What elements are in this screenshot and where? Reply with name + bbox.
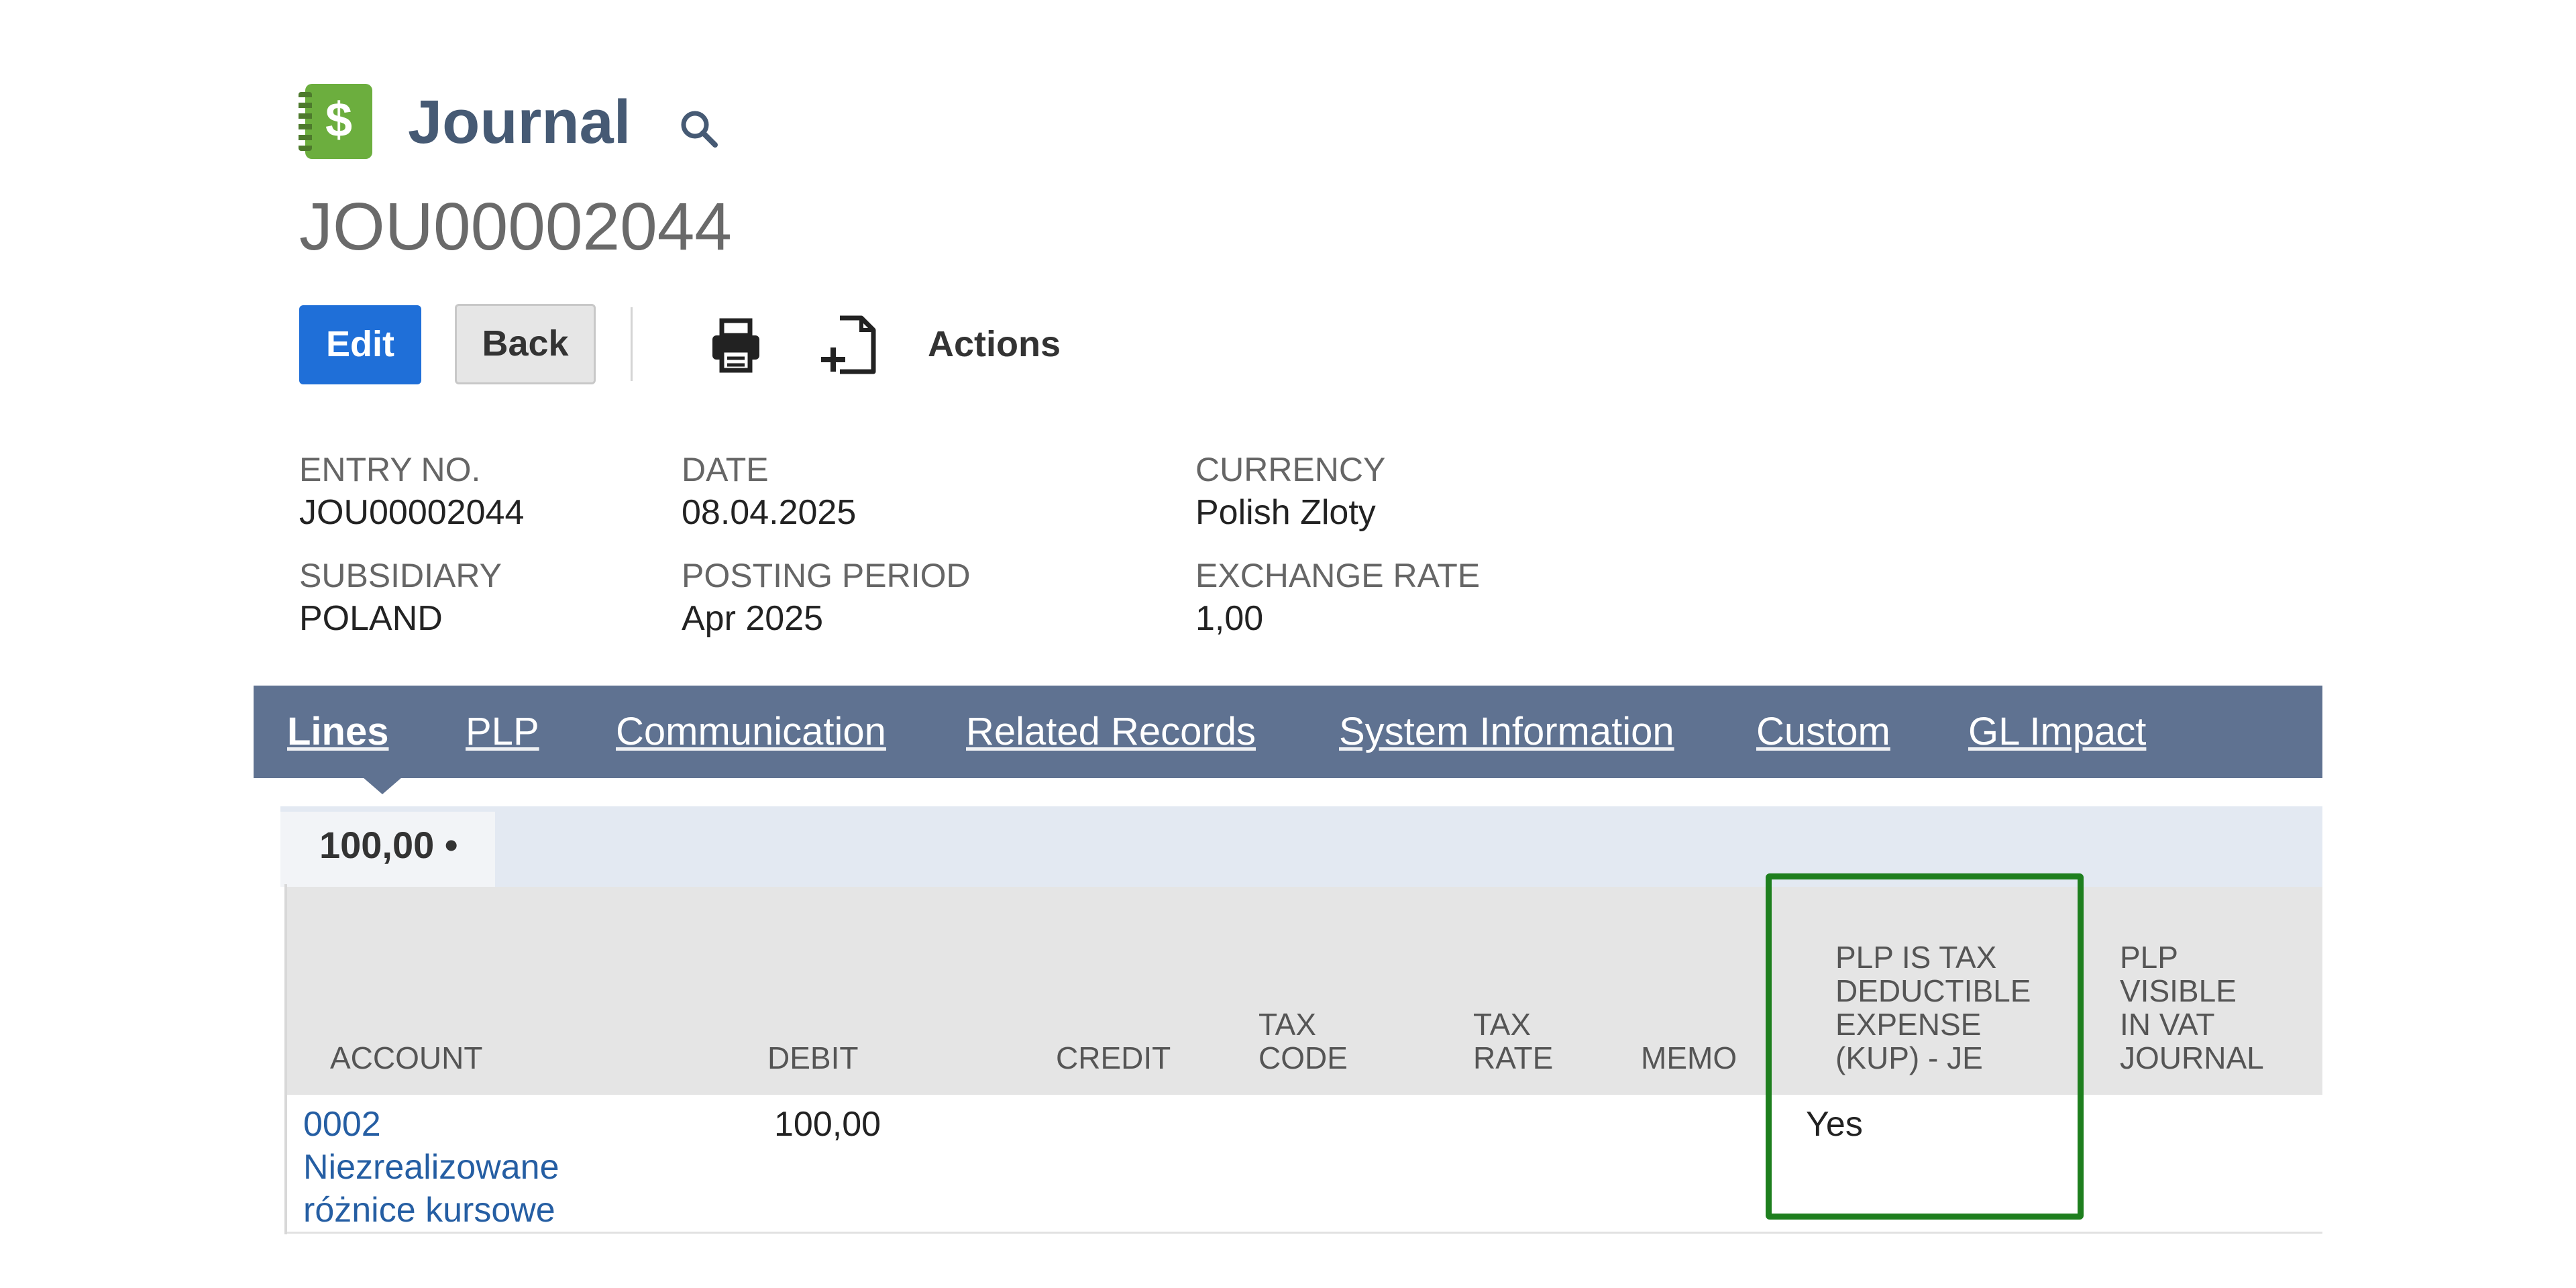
journal-dollar-icon: $ bbox=[299, 84, 372, 159]
tab-related-records[interactable]: Related Records bbox=[966, 707, 1256, 757]
row-divider bbox=[287, 1232, 2322, 1234]
tab-system-information[interactable]: System Information bbox=[1339, 707, 1674, 757]
col-plp-vat-line: IN VAT bbox=[2120, 1007, 2215, 1042]
entry-no-label: ENTRY NO. bbox=[299, 451, 481, 488]
posting-period-value: Apr 2025 bbox=[682, 599, 824, 638]
col-account[interactable]: ACCOUNT bbox=[330, 1041, 482, 1075]
col-plp-vat[interactable]: PLP VISIBLE IN VAT JOURNAL bbox=[2120, 941, 2264, 1075]
print-icon[interactable] bbox=[706, 315, 766, 376]
record-id: JOU00002044 bbox=[299, 189, 732, 264]
posting-period-label: POSTING PERIOD bbox=[682, 557, 971, 594]
exchange-rate-value: 1,00 bbox=[1195, 599, 1264, 638]
search-icon[interactable] bbox=[678, 107, 720, 150]
active-tab-pointer bbox=[362, 777, 402, 794]
col-memo-line: MEMO bbox=[1641, 1040, 1737, 1075]
date-label: DATE bbox=[682, 451, 769, 488]
tab-lines[interactable]: Lines bbox=[287, 707, 389, 757]
col-plp-vat-line: VISIBLE bbox=[2120, 973, 2237, 1008]
col-tax-rate-line: TAX bbox=[1473, 1007, 1532, 1042]
actions-menu[interactable]: Actions bbox=[928, 321, 1061, 368]
edit-button[interactable]: Edit bbox=[299, 305, 421, 384]
col-credit[interactable]: CREDIT bbox=[1056, 1041, 1171, 1075]
col-memo[interactable]: MEMO bbox=[1641, 1041, 1737, 1075]
col-tax-code[interactable]: TAX CODE bbox=[1258, 1008, 1348, 1075]
tab-gl-impact[interactable]: GL Impact bbox=[1968, 707, 2146, 757]
toolbar-divider bbox=[631, 307, 633, 381]
col-debit[interactable]: DEBIT bbox=[767, 1041, 858, 1075]
subtab-amount-label: 100,00 • bbox=[319, 824, 458, 866]
tab-communication[interactable]: Communication bbox=[616, 707, 886, 757]
col-tax-code-line: TAX bbox=[1258, 1007, 1317, 1042]
subsidiary-value: POLAND bbox=[299, 599, 443, 638]
debit-cell: 100,00 bbox=[774, 1105, 881, 1144]
exchange-rate-label: EXCHANGE RATE bbox=[1195, 557, 1481, 594]
back-button[interactable]: Back bbox=[455, 304, 596, 384]
account-name-line: Niezrealizowane bbox=[303, 1148, 559, 1187]
tab-plp[interactable]: PLP bbox=[466, 707, 539, 757]
tab-bar: Lines PLP Communication Related Records … bbox=[254, 686, 2322, 778]
entry-no-value: JOU00002044 bbox=[299, 493, 525, 532]
currency-value: Polish Zloty bbox=[1195, 493, 1376, 532]
col-credit-line: CREDIT bbox=[1056, 1040, 1171, 1075]
date-value: 08.04.2025 bbox=[682, 493, 857, 532]
dollar-sign-glyph: $ bbox=[325, 93, 353, 147]
col-tax-code-line: CODE bbox=[1258, 1040, 1348, 1075]
col-account-line: ACCOUNT bbox=[330, 1040, 483, 1075]
col-debit-line: DEBIT bbox=[767, 1040, 859, 1075]
account-name-line: różnice kursowe bbox=[303, 1191, 555, 1230]
col-plp-vat-line: JOURNAL bbox=[2120, 1040, 2264, 1075]
currency-label: CURRENCY bbox=[1195, 451, 1386, 488]
tab-custom[interactable]: Custom bbox=[1756, 707, 1890, 757]
account-link[interactable]: 0002 Niezrealizowane różnice kursowe bbox=[303, 1103, 559, 1232]
col-tax-rate-line: RATE bbox=[1473, 1040, 1554, 1075]
subsidiary-label: SUBSIDIARY bbox=[299, 557, 502, 594]
new-document-icon[interactable] bbox=[820, 313, 880, 377]
highlight-box bbox=[1766, 873, 2084, 1220]
page-title: Journal bbox=[408, 88, 631, 156]
col-plp-vat-line: PLP bbox=[2120, 940, 2178, 975]
col-tax-rate[interactable]: TAX RATE bbox=[1473, 1008, 1553, 1075]
account-number: 0002 bbox=[303, 1105, 381, 1144]
